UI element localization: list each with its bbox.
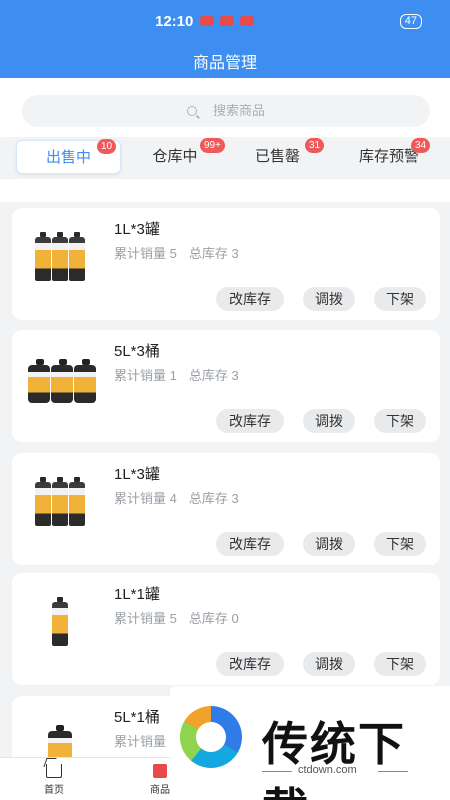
tab-label: 出售中	[45, 149, 91, 166]
product-card[interactable]: 5L*3桶 累计销量 1 总库存 3 改库存 调拨 下架	[12, 330, 440, 442]
product-name: 5L*3桶	[114, 343, 160, 360]
sales-count: 累计销量 5	[114, 611, 177, 626]
search-input[interactable]: 搜索商品	[22, 95, 430, 127]
divider	[262, 771, 292, 772]
tab-badge: 34	[411, 138, 431, 153]
sales-count: 累计销量 2	[114, 734, 177, 749]
tab-on-sale[interactable]: 出售中 10	[16, 139, 121, 174]
delist-button[interactable]: 下架	[374, 532, 426, 556]
product-name: 1L*1罐	[114, 586, 160, 603]
product-image	[30, 591, 90, 646]
product-stats: 累计销量 5 总库存 0	[114, 608, 251, 627]
transfer-button[interactable]: 调拨	[303, 652, 355, 676]
tab-sold-out[interactable]: 已售罄 31	[245, 138, 325, 174]
tab-bar: 出售中 10 仓库中 99+ 已售罄 31 库存预警 34	[0, 137, 450, 179]
edit-stock-button[interactable]: 改库存	[216, 287, 284, 311]
battery-icon: 47	[399, 14, 422, 29]
sales-count: 累计销量 4	[114, 491, 177, 506]
notification-icons	[200, 16, 254, 26]
tab-stock-warning[interactable]: 库存预警 34	[345, 138, 433, 174]
product-card[interactable]: 1L*3罐 累计销量 4 总库存 3 改库存 调拨 下架	[12, 453, 440, 565]
tab-label: 已售罄	[254, 148, 300, 165]
tabbar-label: 首页	[44, 785, 64, 796]
delist-button[interactable]: 下架	[374, 287, 426, 311]
tab-badge: 99+	[200, 138, 225, 153]
page-title: 商品管理	[192, 55, 257, 72]
stock-count: 总库存 3	[188, 491, 239, 506]
search-icon	[186, 106, 197, 116]
product-list: 1L*3罐 累计销量 5 总库存 3 改库存 调拨 下架 5L*3桶 累计销量 1…	[0, 202, 450, 757]
shopping-bag-icon	[153, 764, 167, 778]
product-name: 1L*3罐	[114, 221, 160, 238]
edit-stock-button[interactable]: 改库存	[216, 652, 284, 676]
edit-stock-button[interactable]: 改库存	[216, 409, 284, 433]
transfer-button[interactable]: 调拨	[303, 532, 355, 556]
product-stats: 累计销量 5 总库存 3	[114, 243, 251, 262]
tab-badge: 31	[305, 138, 325, 153]
filter-area: 搜索商品 出售中 10 仓库中 99+ 已售罄 31 库存预警 34	[0, 78, 450, 202]
tab-label: 仓库中	[152, 148, 198, 165]
home-icon	[46, 764, 62, 778]
status-time: 12:10	[155, 13, 194, 30]
product-name: 1L*3罐	[114, 466, 160, 483]
product-image	[30, 714, 90, 757]
watermark-logo	[180, 706, 242, 768]
product-image	[30, 471, 90, 526]
tabbar-label: 商品	[150, 785, 170, 796]
tab-in-warehouse[interactable]: 仓库中 99+	[140, 138, 225, 174]
product-stats: 累计销量 4 总库存 3	[114, 488, 251, 507]
app-header: 12:10 47 商品管理	[0, 0, 450, 78]
tabbar-products[interactable]: 商品	[150, 764, 170, 796]
transfer-button[interactable]: 调拨	[303, 287, 355, 311]
sales-count: 累计销量 5	[114, 246, 177, 261]
edit-stock-button[interactable]: 改库存	[216, 532, 284, 556]
delist-button[interactable]: 下架	[374, 652, 426, 676]
product-image	[28, 348, 96, 403]
product-image	[30, 226, 90, 281]
product-card[interactable]: 1L*3罐 累计销量 5 总库存 3 改库存 调拨 下架	[12, 208, 440, 320]
product-stats: 累计销量 1 总库存 3	[114, 365, 251, 384]
stock-count: 总库存 3	[188, 368, 239, 383]
watermark-title: 传统下载	[262, 717, 406, 800]
search-placeholder: 搜索商品	[212, 103, 265, 118]
status-bar: 12:10 47	[0, 13, 450, 33]
tabbar-home[interactable]: 首页	[44, 764, 64, 796]
sales-count: 累计销量 1	[114, 368, 177, 383]
delist-button[interactable]: 下架	[374, 409, 426, 433]
product-name: 5L*1桶	[114, 709, 160, 726]
product-card[interactable]: 1L*1罐 累计销量 5 总库存 0 改库存 调拨 下架	[12, 573, 440, 685]
divider	[378, 771, 408, 772]
watermark-overlay: 传统下载 ctdown.com	[170, 686, 450, 800]
tab-badge: 10	[97, 139, 117, 154]
watermark-url: ctdown.com	[298, 764, 357, 776]
stock-count: 总库存 0	[188, 611, 239, 626]
stock-count: 总库存 3	[188, 246, 239, 261]
tab-label: 库存预警	[358, 148, 419, 165]
transfer-button[interactable]: 调拨	[303, 409, 355, 433]
